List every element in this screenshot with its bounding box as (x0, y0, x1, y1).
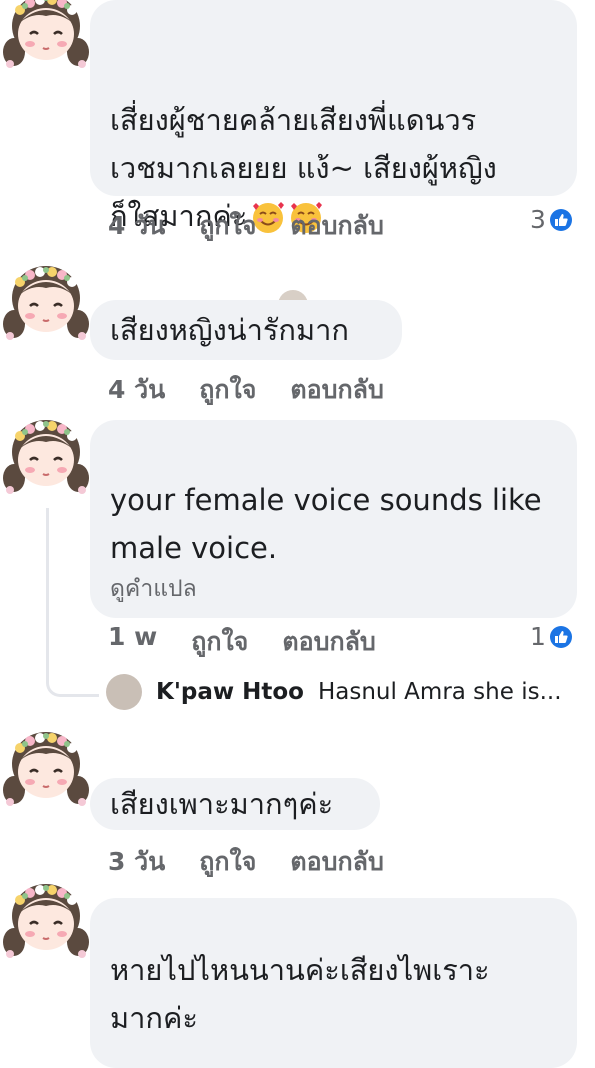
thumbs-up-icon (549, 625, 572, 648)
comment-text: เสียงหญิงน่ารักมาก (110, 313, 349, 347)
comment-actions: 4 วัน ถูกใจ ตอบกลับ (108, 370, 384, 410)
see-translation-link[interactable]: ดูคำแปล (110, 572, 557, 606)
like-button[interactable]: ถูกใจ (199, 206, 256, 246)
girl-avatar-icon[interactable] (0, 724, 92, 816)
girl-avatar-icon[interactable] (0, 876, 92, 968)
comment-bubble[interactable]: เสียงหญิงน่ารักมาก (90, 300, 402, 360)
comment-actions: 1 w ถูกใจ ตอบกลับ (108, 622, 376, 662)
reply-button[interactable]: ตอบกลับ (290, 370, 383, 410)
reply-button[interactable]: ตอบกลับ (290, 842, 383, 882)
girl-avatar-icon[interactable] (0, 0, 92, 78)
comment-time: 1 w (108, 622, 158, 651)
comment-actions: 3 วัน ถูกใจ ตอบกลับ (108, 842, 384, 882)
reply-preview[interactable]: K'paw Htoo Hasnul Amra she is... (106, 674, 562, 710)
comment-time: 4 วัน (108, 211, 166, 240)
comment-time: 3 วัน (108, 847, 166, 876)
comment-bubble[interactable]: เสี่ยงผู้ชายคล้ายเสียงพี่แดนวร เวชมากเลย… (90, 0, 577, 233)
comment-bubble[interactable]: your female voice sounds like male voice… (90, 420, 577, 618)
girl-avatar-icon[interactable] (0, 258, 92, 350)
reply-avatar (106, 674, 142, 710)
like-button[interactable]: ถูกใจ (199, 370, 256, 410)
comment-bubble[interactable]: หายไปไหนนานค่ะเสียงไพเราะ มากค่ะ (90, 898, 577, 1068)
like-button[interactable]: ถูกใจ (191, 622, 248, 662)
comment-actions: 4 วัน ถูกใจ ตอบกลับ (108, 206, 384, 246)
reply-button[interactable]: ตอบกลับ (282, 622, 375, 662)
like-button[interactable]: ถูกใจ (199, 842, 256, 882)
reaction-count[interactable]: 3 (530, 205, 572, 234)
reply-text: Hasnul Amra she is... (317, 679, 562, 705)
thumbs-up-icon (549, 208, 572, 231)
girl-avatar-icon[interactable] (0, 412, 92, 504)
comment-text: หายไปไหนนานค่ะเสียงไพเราะ มากค่ะ (110, 953, 490, 1035)
comment-text: เสียงเพาะมากๆค่ะ (110, 787, 334, 821)
comment-bubble[interactable]: เสียงเพาะมากๆค่ะ (90, 778, 380, 830)
comment-time: 4 วัน (108, 375, 166, 404)
reply-button[interactable]: ตอบกลับ (290, 206, 383, 246)
comment-text: your female voice sounds like male voice… (110, 483, 542, 565)
reaction-count[interactable]: 1 (530, 622, 572, 651)
reply-author[interactable]: K'paw Htoo (156, 679, 304, 705)
